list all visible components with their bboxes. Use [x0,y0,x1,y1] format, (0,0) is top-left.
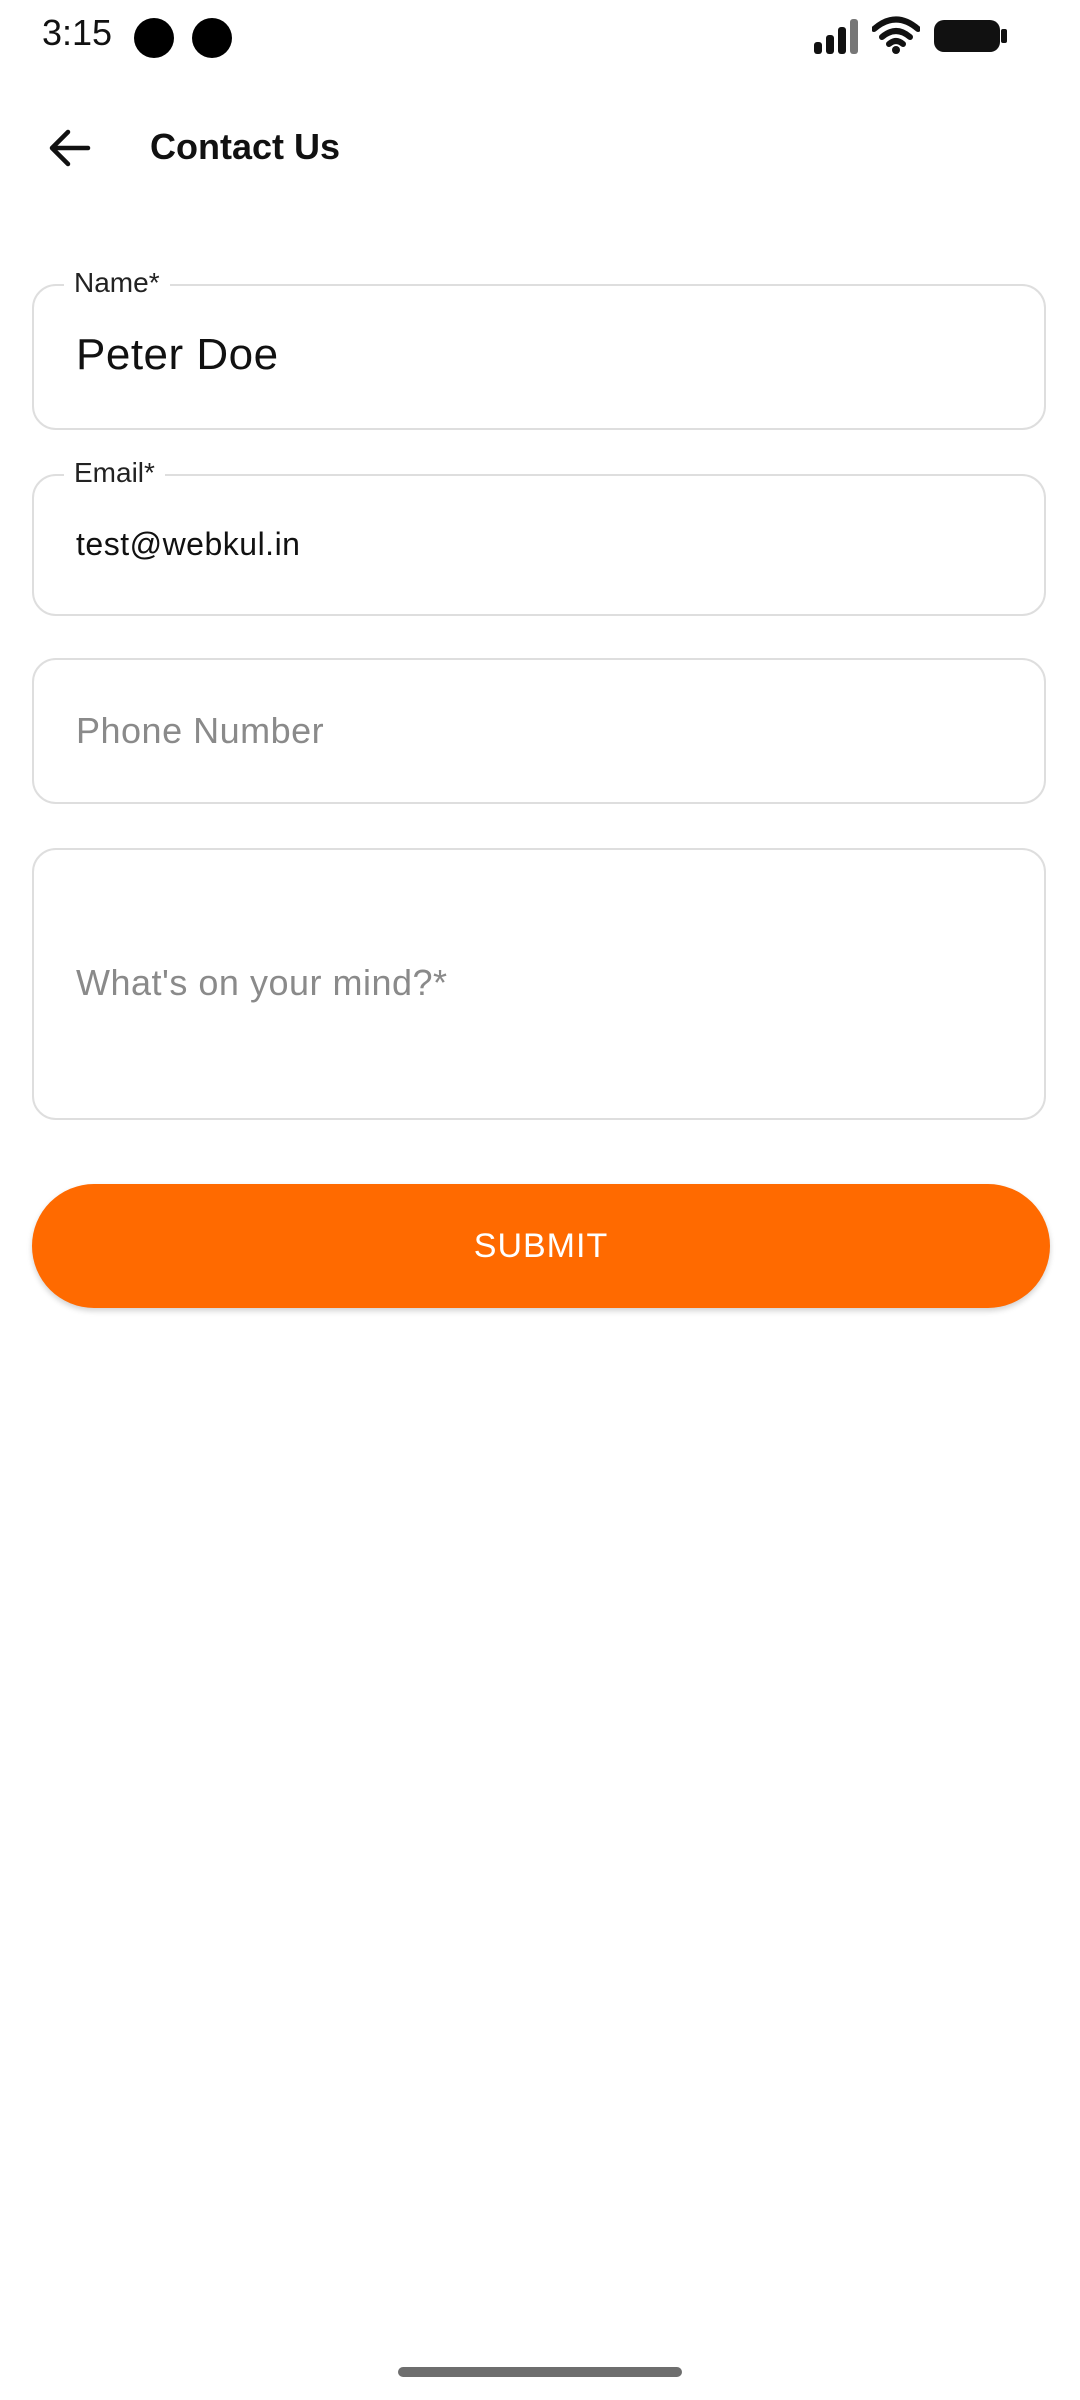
status-bar: 3:15 [0,0,1080,76]
name-field[interactable]: Name* Peter Doe [32,266,1046,430]
name-field-value: Peter Doe [76,330,279,379]
signal-icon [814,19,858,54]
submit-button[interactable]: SUBMIT [32,1184,1050,1308]
email-field-value: test@webkul.in [76,526,301,562]
home-indicator[interactable] [398,2367,682,2377]
phone-number-field[interactable]: Phone Number [32,658,1046,804]
notification-dot-icon [134,18,174,58]
name-field-label: Name* [64,266,170,300]
message-field[interactable]: What's on your mind?* [32,848,1046,1120]
notification-dot-icon [192,18,232,58]
back-button[interactable] [34,112,106,184]
status-time: 3:15 [42,12,113,53]
page-title: Contact Us [150,126,341,167]
email-field[interactable]: Email* test@webkul.in [32,456,1046,616]
app-bar: Contact Us [0,100,1080,196]
message-placeholder: What's on your mind?* [76,962,448,1003]
phone-number-placeholder: Phone Number [76,710,325,751]
arrow-left-icon [49,129,91,167]
wifi-icon [872,16,920,54]
battery-icon [934,20,1007,52]
email-field-label: Email* [64,456,165,490]
